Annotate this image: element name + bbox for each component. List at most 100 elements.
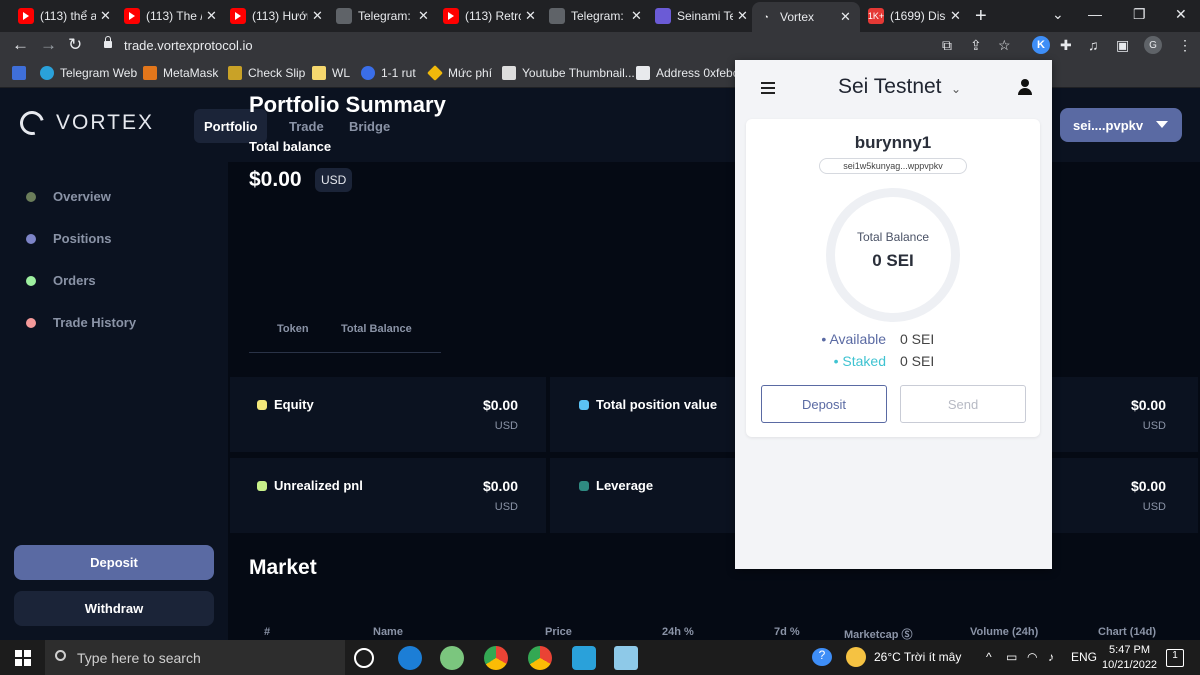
browser-tab-strip: (113) thể a ✕ (113) The / ✕ (113) Hướn ✕ Te…	[0, 0, 1200, 32]
browser-tab[interactable]: Seinami Te ✕	[649, 4, 754, 28]
minimize-icon[interactable]: —	[1088, 6, 1102, 22]
tray-chevron-icon[interactable]: ^	[986, 650, 992, 664]
close-icon[interactable]: ✕	[737, 8, 748, 24]
popup-deposit-button[interactable]: Deposit	[761, 385, 887, 423]
chrome-icon[interactable]	[484, 646, 508, 670]
bookmark-item[interactable]: Address 0xfebcfe	[636, 66, 749, 80]
reload-icon[interactable]: ↻	[68, 35, 82, 55]
sidebar-item-label: Orders	[53, 273, 96, 288]
bookmark-item[interactable]: MetaMask	[143, 66, 218, 80]
clock-time: 5:47 PM	[1109, 644, 1151, 656]
translate-icon[interactable]: ⧉	[942, 37, 952, 54]
close-icon[interactable]: ✕	[525, 8, 536, 24]
browser-tab[interactable]: Telegram: ✕	[330, 4, 435, 28]
volume-icon[interactable]: ♪	[1048, 650, 1054, 664]
browser-tab-active[interactable]: ◔ Vortex ✕	[752, 2, 860, 32]
address-bar[interactable]: trade.vortexprotocol.io	[124, 38, 253, 53]
profile-avatar[interactable]: G	[1144, 36, 1162, 54]
available-label: • Available	[821, 331, 886, 347]
bookmark-item[interactable]: Mức phí	[427, 65, 492, 81]
col-header[interactable]: 7d %	[774, 626, 800, 638]
bookmark-item[interactable]: WL	[312, 66, 350, 80]
stat-card-position-value	[550, 377, 735, 452]
side-panel-icon[interactable]: ▣	[1116, 37, 1129, 54]
task-view-icon[interactable]	[354, 648, 374, 668]
close-icon[interactable]: ✕	[950, 8, 961, 24]
notification-icon[interactable]: 1	[1166, 649, 1184, 667]
folder-icon	[312, 66, 326, 80]
weather-text[interactable]: 26°C Trời ít mây	[874, 650, 961, 664]
browser-tab[interactable]: (113) thể a ✕	[12, 4, 117, 28]
close-icon[interactable]: ✕	[206, 8, 217, 24]
close-icon[interactable]: ✕	[100, 8, 111, 24]
col-header[interactable]: Volume (24h)	[970, 626, 1038, 638]
taskbar-search[interactable]: Type here to search	[45, 640, 345, 675]
back-icon[interactable]: ←	[12, 35, 29, 55]
windows-start-icon[interactable]	[15, 650, 31, 666]
tab-title: Telegram:	[358, 9, 411, 23]
close-window-icon[interactable]: ✕	[1175, 6, 1187, 23]
chrome-icon[interactable]	[528, 646, 552, 670]
sidebar-item-orders[interactable]: Orders	[26, 273, 96, 288]
app-icon[interactable]	[572, 646, 596, 670]
more-menu-icon[interactable]: ⋮	[1178, 37, 1192, 54]
bookmark-item[interactable]: Youtube Thumbnail...	[502, 66, 635, 80]
position-value-value: $0.00	[1130, 397, 1166, 413]
account-icon[interactable]	[1018, 79, 1032, 95]
hamburger-menu-icon[interactable]	[761, 82, 775, 94]
edge-icon[interactable]	[398, 646, 422, 670]
deposit-button[interactable]: Deposit	[14, 545, 214, 580]
weather-icon[interactable]	[846, 647, 866, 667]
browser-tab[interactable]: (113) The / ✕	[118, 4, 223, 28]
close-icon[interactable]: ✕	[418, 8, 429, 24]
col-header[interactable]: 24h %	[662, 626, 694, 638]
close-icon[interactable]: ✕	[312, 8, 323, 24]
browser-tab[interactable]: (113) Hướn ✕	[224, 4, 329, 28]
binance-icon	[427, 65, 443, 81]
forward-icon[interactable]: →	[40, 35, 57, 55]
share-icon[interactable]: ⇪	[970, 37, 982, 54]
browser-tab[interactable]: (113) Retro ✕	[437, 4, 542, 28]
close-icon[interactable]: ✕	[631, 8, 642, 24]
popup-send-button[interactable]: Send	[900, 385, 1026, 423]
language-indicator[interactable]: ENG	[1071, 650, 1097, 664]
close-icon[interactable]: ✕	[840, 9, 851, 25]
app-icon[interactable]	[440, 646, 464, 670]
app-icon[interactable]	[614, 646, 638, 670]
wifi-icon[interactable]: ◠	[1027, 650, 1037, 664]
restore-icon[interactable]: ❐	[1133, 6, 1146, 23]
staked-row: • Staked 0 SEI	[746, 353, 1040, 373]
leverage-label: Leverage	[579, 478, 653, 493]
browser-tab[interactable]: Telegram: ✕	[543, 4, 648, 28]
tab-token[interactable]: Token	[277, 323, 309, 335]
new-tab-button[interactable]: +	[975, 5, 987, 28]
extensions-icon[interactable]: ✚	[1060, 37, 1072, 54]
col-header[interactable]: Name	[373, 626, 403, 638]
bookmark-item[interactable]: Check Slip	[228, 66, 305, 80]
bookmark-item[interactable]: 1-1 rut	[361, 66, 416, 80]
tab-total-balance[interactable]: Total Balance	[341, 323, 412, 335]
lock-icon[interactable]	[104, 36, 112, 48]
bookmark-star-icon[interactable]: ☆	[998, 37, 1011, 54]
sidebar-item-trade-history[interactable]: Trade History	[26, 315, 136, 330]
leverage-value: $0.00	[1130, 478, 1166, 494]
battery-icon[interactable]: ▭	[1006, 650, 1017, 664]
wallet-extension-icon[interactable]: K	[1032, 36, 1050, 54]
network-selector[interactable]: Sei Testnet	[838, 75, 942, 99]
media-icon[interactable]: ♫	[1088, 37, 1099, 53]
sidebar-item-positions[interactable]: Positions	[26, 231, 112, 246]
clock[interactable]: 5:47 PM 10/21/2022	[1102, 643, 1157, 673]
bookmark-item[interactable]: Telegram Web	[40, 66, 137, 80]
account-address[interactable]: sei1w5kunyag...wppvpkv	[819, 158, 967, 174]
help-icon[interactable]: ?	[812, 648, 832, 666]
withdraw-button[interactable]: Withdraw	[14, 591, 214, 626]
seinami-icon	[655, 8, 671, 24]
sidebar-item-overview[interactable]: Overview	[26, 189, 111, 204]
browser-tab[interactable]: 1K+ (1699) Disc ✕	[862, 4, 967, 28]
brand-logo[interactable]: VORTEX	[15, 106, 154, 140]
chevron-down-icon[interactable]: ⌄	[951, 82, 961, 96]
col-header[interactable]: Price	[545, 626, 572, 638]
bookmark-item[interactable]	[12, 66, 32, 80]
tab-search-icon[interactable]: ⌄	[1052, 6, 1064, 23]
wallet-button[interactable]: sei....pvpkv	[1060, 108, 1182, 142]
